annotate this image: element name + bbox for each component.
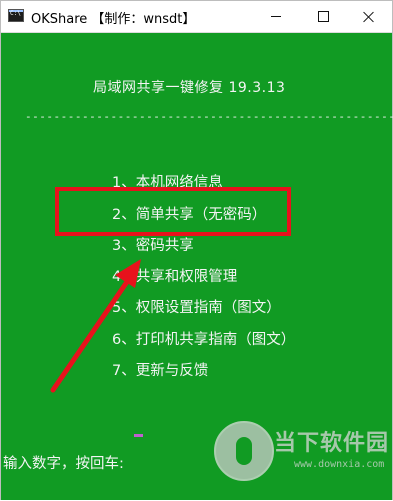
console-window: C:\ OKShare 【制作：wnsdt】 局域网共享一键修复 19.3.13… [0,0,393,500]
watermark-url: www.downxia.com [294,459,385,470]
watermark-title: 当下软件园 [274,431,390,456]
watermark: 当下软件园 www.downxia.com [212,419,388,489]
watermark-logo-icon [214,421,274,481]
